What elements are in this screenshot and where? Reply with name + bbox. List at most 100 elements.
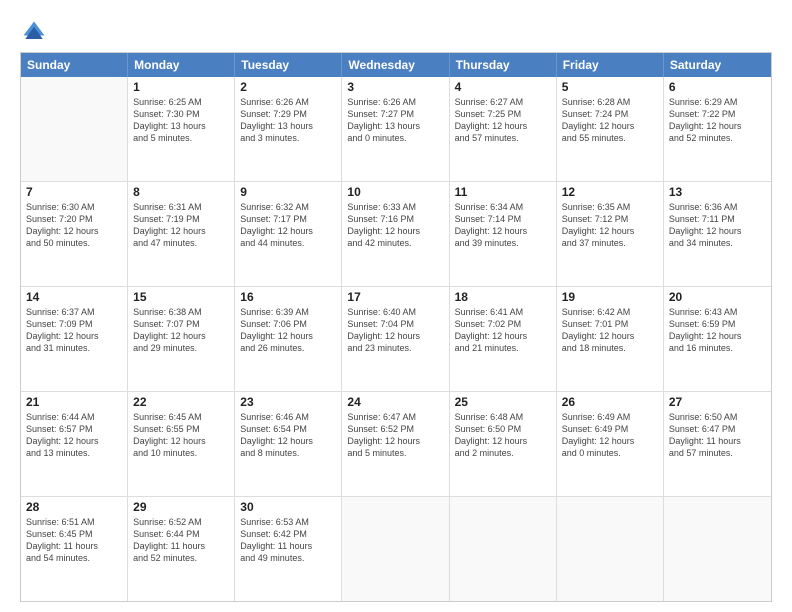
day-number: 29 bbox=[133, 500, 229, 514]
cell-line: Daylight: 13 hours bbox=[133, 120, 229, 132]
calendar-cell: 18Sunrise: 6:41 AMSunset: 7:02 PMDayligh… bbox=[450, 287, 557, 391]
calendar-cell: 19 Sunrise: 6:42 AMSunset: 7:01 PMDayligh… bbox=[557, 287, 664, 391]
calendar-header: SundayMondayTuesdayWednesdayThursdayFrid… bbox=[21, 53, 771, 77]
calendar-cell: 9Sunrise: 6:32 AMSunset: 7:17 PMDaylight… bbox=[235, 182, 342, 286]
calendar-cell: 26Sunrise: 6:49 AMSunset: 6:49 PMDayligh… bbox=[557, 392, 664, 496]
cell-line: Sunrise: 6:26 AM bbox=[240, 96, 336, 108]
day-number: 30 bbox=[240, 500, 336, 514]
cell-line: Sunrise: 6:40 AM bbox=[347, 306, 443, 318]
cell-line: Sunrise: 6:33 AM bbox=[347, 201, 443, 213]
day-number: 9 bbox=[240, 185, 336, 199]
calendar-cell: 24Sunrise: 6:47 AMSunset: 6:52 PMDayligh… bbox=[342, 392, 449, 496]
header-cell-tuesday: Tuesday bbox=[235, 53, 342, 77]
cell-line: Sunset: 7:29 PM bbox=[240, 108, 336, 120]
cell-line: Sunrise: 6:30 AM bbox=[26, 201, 122, 213]
cell-line: Sunrise: 6:27 AM bbox=[455, 96, 551, 108]
cell-line: Sunrise: 6:28 AM bbox=[562, 96, 658, 108]
cell-line: Sunrise: 6:44 AM bbox=[26, 411, 122, 423]
cell-line: Sunrise: 6:53 AM bbox=[240, 516, 336, 528]
cell-line: Daylight: 12 hours bbox=[562, 225, 658, 237]
page: SundayMondayTuesdayWednesdayThursdayFrid… bbox=[0, 0, 792, 612]
cell-line: Daylight: 12 hours bbox=[347, 225, 443, 237]
calendar-cell: 6Sunrise: 6:29 AMSunset: 7:22 PMDaylight… bbox=[664, 77, 771, 181]
day-number: 20 bbox=[669, 290, 766, 304]
cell-line: Sunrise: 6:32 AM bbox=[240, 201, 336, 213]
day-number: 14 bbox=[26, 290, 122, 304]
cell-line: Sunrise: 6:35 AM bbox=[562, 201, 658, 213]
cell-line: and 37 minutes. bbox=[562, 237, 658, 249]
cell-line: Daylight: 12 hours bbox=[133, 330, 229, 342]
day-number: 10 bbox=[347, 185, 443, 199]
calendar-cell: 4Sunrise: 6:27 AMSunset: 7:25 PMDaylight… bbox=[450, 77, 557, 181]
day-number: 1 bbox=[133, 80, 229, 94]
cell-line: Daylight: 12 hours bbox=[26, 225, 122, 237]
calendar-cell: 21Sunrise: 6:44 AMSunset: 6:57 PMDayligh… bbox=[21, 392, 128, 496]
day-number: 3 bbox=[347, 80, 443, 94]
calendar-cell bbox=[664, 497, 771, 601]
header bbox=[20, 18, 772, 46]
cell-line: and 49 minutes. bbox=[240, 552, 336, 564]
cell-line: Sunset: 7:07 PM bbox=[133, 318, 229, 330]
cell-line: Sunrise: 6:42 AM bbox=[562, 306, 658, 318]
cell-line: and 29 minutes. bbox=[133, 342, 229, 354]
cell-line: and 3 minutes. bbox=[240, 132, 336, 144]
cell-line: Daylight: 12 hours bbox=[669, 120, 766, 132]
cell-line: Sunset: 7:27 PM bbox=[347, 108, 443, 120]
cell-line: Sunset: 7:04 PM bbox=[347, 318, 443, 330]
header-cell-saturday: Saturday bbox=[664, 53, 771, 77]
calendar-cell bbox=[21, 77, 128, 181]
cell-line: Sunrise: 6:50 AM bbox=[669, 411, 766, 423]
calendar-row-3: 21Sunrise: 6:44 AMSunset: 6:57 PMDayligh… bbox=[21, 392, 771, 497]
cell-line: Sunrise: 6:25 AM bbox=[133, 96, 229, 108]
cell-line: and 57 minutes. bbox=[669, 447, 766, 459]
cell-line: Sunset: 7:01 PM bbox=[562, 318, 658, 330]
calendar-cell: 30 Sunrise: 6:53 AMSunset: 6:42 PMDayligh… bbox=[235, 497, 342, 601]
cell-line: and 34 minutes. bbox=[669, 237, 766, 249]
cell-line: Sunrise: 6:45 AM bbox=[133, 411, 229, 423]
cell-line: and 0 minutes. bbox=[347, 132, 443, 144]
cell-line: Daylight: 12 hours bbox=[455, 120, 551, 132]
calendar-row-4: 28Sunrise: 6:51 AMSunset: 6:45 PMDayligh… bbox=[21, 497, 771, 601]
calendar-cell: 28Sunrise: 6:51 AMSunset: 6:45 PMDayligh… bbox=[21, 497, 128, 601]
day-number: 15 bbox=[133, 290, 229, 304]
header-cell-thursday: Thursday bbox=[450, 53, 557, 77]
day-number: 6 bbox=[669, 80, 766, 94]
cell-line: and 31 minutes. bbox=[26, 342, 122, 354]
cell-line: and 16 minutes. bbox=[669, 342, 766, 354]
day-number: 18 bbox=[455, 290, 551, 304]
cell-line: and 13 minutes. bbox=[26, 447, 122, 459]
calendar-cell bbox=[450, 497, 557, 601]
cell-line: Daylight: 12 hours bbox=[562, 330, 658, 342]
day-number: 26 bbox=[562, 395, 658, 409]
cell-line: Daylight: 12 hours bbox=[26, 330, 122, 342]
cell-line: Sunset: 7:16 PM bbox=[347, 213, 443, 225]
cell-line: and 23 minutes. bbox=[347, 342, 443, 354]
header-cell-wednesday: Wednesday bbox=[342, 53, 449, 77]
day-number: 24 bbox=[347, 395, 443, 409]
cell-line: Sunset: 6:49 PM bbox=[562, 423, 658, 435]
cell-line: Sunrise: 6:34 AM bbox=[455, 201, 551, 213]
calendar-cell: 10 Sunrise: 6:33 AMSunset: 7:16 PMDayligh… bbox=[342, 182, 449, 286]
cell-line: Daylight: 12 hours bbox=[26, 435, 122, 447]
cell-line: Daylight: 11 hours bbox=[240, 540, 336, 552]
cell-line: and 10 minutes. bbox=[133, 447, 229, 459]
cell-line: Daylight: 12 hours bbox=[455, 435, 551, 447]
cell-line: Sunset: 6:52 PM bbox=[347, 423, 443, 435]
day-number: 19 bbox=[562, 290, 658, 304]
cell-line: Sunset: 7:14 PM bbox=[455, 213, 551, 225]
day-number: 17 bbox=[347, 290, 443, 304]
cell-line: Daylight: 12 hours bbox=[133, 225, 229, 237]
cell-line: Sunset: 6:54 PM bbox=[240, 423, 336, 435]
cell-line: Daylight: 13 hours bbox=[240, 120, 336, 132]
cell-line: Sunset: 7:06 PM bbox=[240, 318, 336, 330]
calendar-cell: 1Sunrise: 6:25 AMSunset: 7:30 PMDaylight… bbox=[128, 77, 235, 181]
day-number: 12 bbox=[562, 185, 658, 199]
cell-line: Sunset: 7:11 PM bbox=[669, 213, 766, 225]
header-cell-friday: Friday bbox=[557, 53, 664, 77]
cell-line: Sunset: 6:42 PM bbox=[240, 528, 336, 540]
cell-line: Daylight: 12 hours bbox=[562, 120, 658, 132]
day-number: 23 bbox=[240, 395, 336, 409]
cell-line: and 26 minutes. bbox=[240, 342, 336, 354]
day-number: 27 bbox=[669, 395, 766, 409]
cell-line: Sunrise: 6:51 AM bbox=[26, 516, 122, 528]
